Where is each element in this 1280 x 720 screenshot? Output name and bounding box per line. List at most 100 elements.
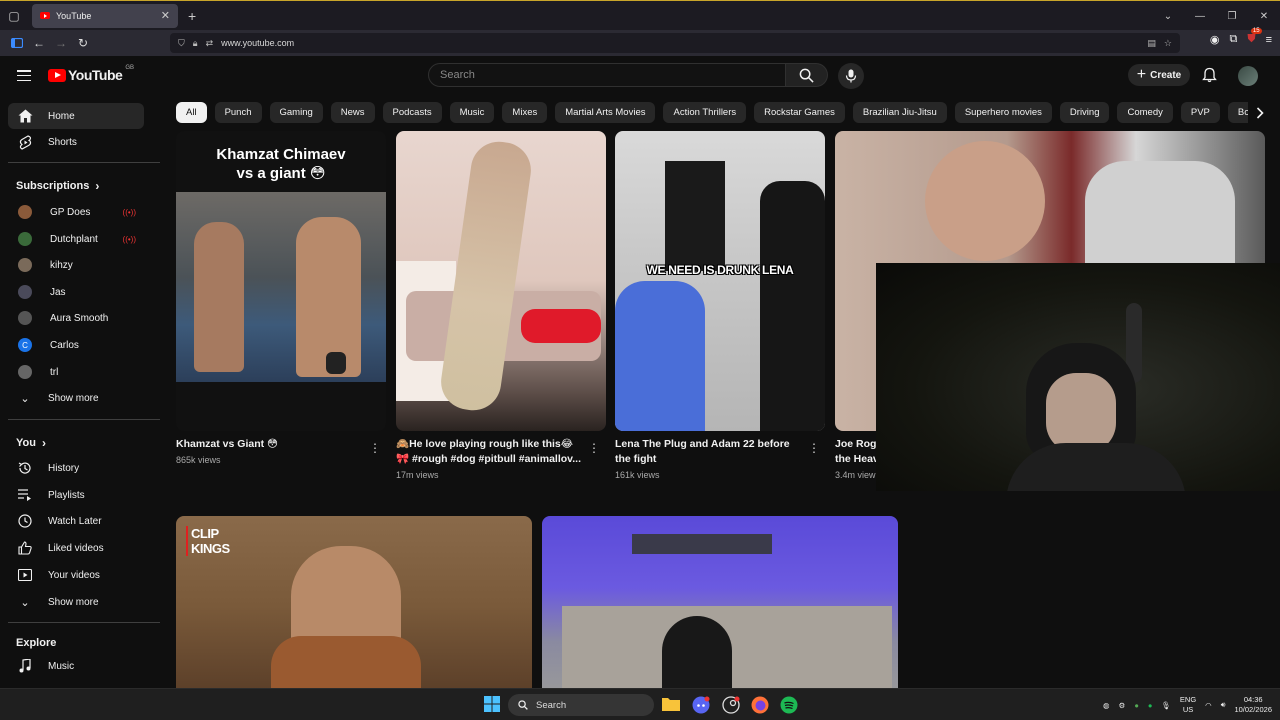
chip-brazilian-jiu-jitsu[interactable]: Brazilian Jiu-Jitsu [852,102,947,123]
search-input[interactable]: Search [428,63,786,87]
steam-icon[interactable] [722,696,740,714]
chip-podcasts[interactable]: Podcasts [382,102,442,123]
windows-start-icon[interactable] [484,696,502,714]
close-tab-icon[interactable]: ✕ [161,9,170,22]
reader-view-icon[interactable]: ▤ [1147,38,1156,49]
video-card[interactable]: WE NEED IS DRUNK LENA Lena The Plug and … [615,131,825,486]
sidebar-item-subscription[interactable]: C Carlos [8,332,144,358]
sidebar-item-subscription[interactable]: kihzy [8,252,144,278]
sidebar-item-watch-later[interactable]: Watch Later [8,508,144,534]
video-thumbnail[interactable]: Khamzat Chimaev vs a giant 😳 [176,131,386,431]
more-options-icon[interactable]: ⋮ [588,441,600,455]
you-heading[interactable]: You › [16,436,46,450]
chip-martial-arts-movies[interactable]: Martial Arts Movies [555,102,656,123]
new-tab-icon[interactable]: + [188,8,196,24]
restore-icon[interactable]: ❐ [1216,11,1248,22]
chip-rockstar-games[interactable]: Rockstar Games [754,102,845,123]
video-card[interactable]: 🙈He love playing rough like this😂 🎀 #rou… [396,131,606,486]
create-button[interactable]: + Create [1128,64,1190,86]
lock-icon[interactable]: 🔒︎ [193,38,198,49]
video-thumbnail[interactable]: WE NEED IS DRUNK LENA [615,131,825,431]
system-clock[interactable]: 04:36 10/02/2026 [1234,695,1272,715]
browser-tab-youtube[interactable]: YouTube ✕ [32,3,178,28]
your-videos-icon [16,566,34,584]
chip-body-building[interactable]: Body-Building [1227,102,1248,123]
chips-next-chevron-icon[interactable] [1250,103,1270,123]
chip-news[interactable]: News [330,102,375,123]
sidebar-item-your-videos[interactable]: Your videos [8,562,144,588]
tab-overflow-chevron-icon[interactable]: ⌄ [1152,11,1184,22]
menu-icon[interactable]: ≡ [1266,34,1272,46]
video-thumbnail[interactable]: CLIP KINGS [176,516,532,696]
chip-driving[interactable]: Driving [1059,102,1110,123]
more-options-icon[interactable]: ⋮ [808,441,820,455]
video-thumbnail[interactable] [542,516,898,696]
tray-microphone-icon[interactable]: 🎙︎ [1161,701,1171,710]
chip-action-thrillers[interactable]: Action Thrillers [663,102,747,123]
chip-superhero-movies[interactable]: Superhero movies [954,102,1052,123]
video-title[interactable]: Lena The Plug and Adam 22 before the fig… [615,437,800,467]
tray-spotify-icon[interactable]: ● [1148,701,1153,710]
channel-avatar [18,311,32,325]
youtube-logo[interactable]: YouTube GB [48,65,134,83]
chip-music[interactable]: Music [449,102,495,123]
video-title[interactable]: 🙈He love playing rough like this😂 🎀 #rou… [396,437,581,467]
spotify-icon[interactable] [780,696,798,714]
account-icon[interactable]: ◉ [1210,33,1220,46]
voice-search-button[interactable] [838,63,864,89]
search-button[interactable] [786,63,828,87]
sidebar-item-subscription[interactable]: Dutchplant ((•)) [8,226,144,252]
chip-mixes[interactable]: Mixes [502,102,548,123]
forward-icon[interactable]: → [50,32,72,54]
chip-pvp[interactable]: PVP [1180,102,1220,123]
url-bar[interactable]: ⛉ 🔒︎ ⇄ www.youtube.com ▤ ☆ [170,33,1180,53]
permissions-icon[interactable]: ⇄ [206,38,214,49]
reload-icon[interactable]: ↻ [72,32,94,54]
bookmark-star-icon[interactable]: ☆ [1164,38,1172,49]
shield-icon[interactable]: ⛉ [178,38,185,49]
volume-icon[interactable]: 🔊︎ [1221,700,1226,710]
sidebar-item-music[interactable]: Music [8,653,144,679]
close-window-icon[interactable]: ✕ [1248,11,1280,22]
tray-app-icon[interactable]: ◍ [1103,701,1110,710]
chip-all[interactable]: All [176,102,207,123]
sidebar-item-subscription[interactable]: Jas [8,279,144,305]
chip-comedy[interactable]: Comedy [1117,102,1173,123]
sidebar-toggle-icon[interactable] [6,32,28,54]
show-more-subscriptions[interactable]: ⌄ Show more [8,385,144,411]
video-title[interactable]: Khamzat vs Giant 😳 [176,437,356,452]
discord-icon[interactable] [692,696,710,714]
back-icon[interactable]: ← [28,32,50,54]
minimize-icon[interactable]: — [1184,11,1216,22]
extensions-icon[interactable]: ⧉ [1229,33,1237,46]
video-card[interactable] [542,516,898,696]
tab-list-icon[interactable]: ▢ [0,1,28,31]
file-explorer-icon[interactable] [662,696,680,714]
sidebar-item-subscription[interactable]: Aura Smooth [8,305,144,331]
tray-steam-icon[interactable]: ⚙ [1119,701,1126,710]
video-card[interactable]: Khamzat Chimaev vs a giant 😳 Khamzat vs … [176,131,386,471]
more-options-icon[interactable]: ⋮ [369,441,381,455]
sidebar-item-playlists[interactable]: Playlists [8,482,144,508]
wifi-icon[interactable]: ◠ [1205,701,1212,710]
notifications-bell-icon[interactable] [1202,67,1217,88]
show-more-you[interactable]: ⌄ Show more [8,589,144,615]
sidebar-item-liked-videos[interactable]: Liked videos [8,535,144,561]
keyboard-language[interactable]: ENG US [1180,695,1196,715]
sidebar-item-history[interactable]: History [8,455,144,481]
subscriptions-heading[interactable]: Subscriptions › [16,179,99,193]
taskbar-search[interactable]: Search [508,694,654,716]
sidebar-item-home[interactable]: Home [8,103,144,129]
sidebar-item-shorts[interactable]: Shorts [8,129,144,155]
firefox-icon[interactable] [751,696,769,714]
ublock-icon[interactable]: ⛊ 15 [1247,28,1262,46]
hamburger-menu-icon[interactable] [17,70,31,81]
tray-nvidia-icon[interactable]: ● [1134,701,1139,710]
chip-punch[interactable]: Punch [214,102,262,123]
video-card[interactable]: CLIP KINGS [176,516,532,696]
sidebar-item-subscription[interactable]: GP Does ((•)) [8,199,144,225]
account-avatar[interactable] [1238,66,1258,86]
sidebar-item-subscription[interactable]: trl [8,359,144,385]
video-thumbnail[interactable] [396,131,606,431]
chip-gaming[interactable]: Gaming [269,102,323,123]
